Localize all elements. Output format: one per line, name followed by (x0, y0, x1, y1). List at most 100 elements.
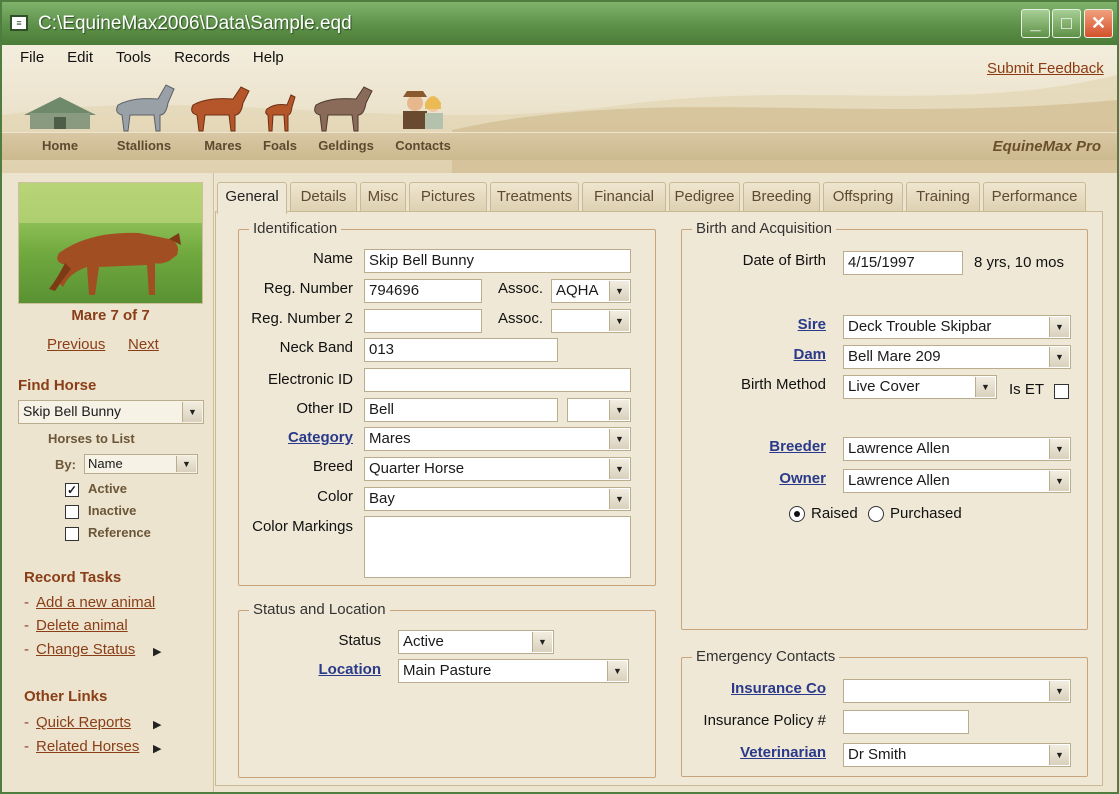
bullet-dash: - (24, 714, 29, 731)
delete-animal-link[interactable]: Delete animal (36, 617, 128, 634)
category-link[interactable]: Category (239, 429, 353, 446)
next-link[interactable]: Next (128, 336, 159, 353)
chevron-down-icon[interactable]: ▼ (607, 661, 627, 681)
add-animal-link[interactable]: Add a new animal (36, 594, 155, 611)
nav-foals[interactable]: Foals (255, 75, 305, 138)
tab-performance[interactable]: Performance (983, 182, 1086, 212)
chevron-down-icon[interactable]: ▼ (532, 632, 552, 652)
nav-foals-label: Foals (255, 138, 305, 153)
chevron-down-icon[interactable]: ▼ (609, 281, 629, 301)
nav-geldings[interactable]: Geldings (308, 75, 384, 138)
veterinarian-select[interactable]: Dr Smith ▼ (843, 743, 1071, 767)
electronic-id-field[interactable] (364, 368, 631, 392)
breed-select[interactable]: Quarter Horse ▼ (364, 457, 631, 481)
other-id-field[interactable]: Bell (364, 398, 558, 422)
tab-details[interactable]: Details (290, 182, 357, 212)
date-of-birth-field[interactable]: 4/15/1997 (843, 251, 963, 275)
minimize-button[interactable]: _ (1021, 9, 1050, 38)
tab-training[interactable]: Training (906, 182, 980, 212)
color-markings-field[interactable] (364, 516, 631, 578)
status-select[interactable]: Active ▼ (398, 630, 554, 654)
tab-financial[interactable]: Financial (582, 182, 666, 212)
assoc-2-select[interactable]: ▼ (551, 309, 631, 333)
nav-mares[interactable]: Mares (185, 75, 261, 138)
tab-misc[interactable]: Misc (360, 182, 406, 212)
name-field[interactable]: Skip Bell Bunny (364, 249, 631, 273)
sire-select[interactable]: Deck Trouble Skipbar ▼ (843, 315, 1071, 339)
inactive-checkbox[interactable] (65, 505, 79, 519)
find-horse-select[interactable]: Skip Bell Bunny ▼ (18, 400, 204, 424)
list-by-select[interactable]: Name ▼ (84, 454, 198, 474)
dam-link[interactable]: Dam (682, 346, 826, 363)
submit-feedback-link[interactable]: Submit Feedback (987, 60, 1104, 77)
menu-tools[interactable]: Tools (116, 49, 151, 66)
owner-select[interactable]: Lawrence Allen ▼ (843, 469, 1071, 493)
dam-select[interactable]: Bell Mare 209 ▼ (843, 345, 1071, 369)
sire-link[interactable]: Sire (682, 316, 826, 333)
chevron-down-icon[interactable]: ▼ (1049, 439, 1069, 459)
chevron-down-icon[interactable]: ▼ (182, 402, 202, 422)
reg-number-field[interactable]: 794696 (364, 279, 482, 303)
quick-reports-link[interactable]: Quick Reports (36, 714, 131, 731)
chevron-down-icon[interactable]: ▼ (1049, 471, 1069, 491)
color-select[interactable]: Bay ▼ (364, 487, 631, 511)
tab-general[interactable]: General (217, 182, 287, 214)
breeder-link[interactable]: Breeder (682, 438, 826, 455)
neck-band-field[interactable]: 013 (364, 338, 558, 362)
other-id-type-select[interactable]: ▼ (567, 398, 631, 422)
menu-help[interactable]: Help (253, 49, 284, 66)
reg-number-2-label: Reg. Number 2 (239, 310, 353, 327)
tab-offspring[interactable]: Offspring (823, 182, 903, 212)
chevron-down-icon[interactable]: ▼ (609, 400, 629, 420)
chevron-down-icon[interactable]: ▼ (1049, 317, 1069, 337)
assoc-select[interactable]: AQHA ▼ (551, 279, 631, 303)
record-position: Mare 7 of 7 (18, 307, 203, 324)
reference-checkbox[interactable] (65, 527, 79, 541)
reg-number-2-field[interactable] (364, 309, 482, 333)
emergency-contacts-group: Emergency Contacts Insurance Co ▼ Insura… (681, 657, 1088, 777)
menu-edit[interactable]: Edit (67, 49, 93, 66)
chevron-down-icon[interactable]: ▼ (1049, 681, 1069, 701)
chevron-down-icon[interactable]: ▼ (975, 377, 995, 397)
chevron-down-icon[interactable]: ▼ (176, 456, 196, 472)
close-button[interactable]: ✕ (1084, 9, 1113, 38)
insurance-co-link[interactable]: Insurance Co (682, 680, 826, 697)
purchased-radio[interactable] (868, 506, 884, 522)
is-et-checkbox[interactable] (1054, 384, 1069, 399)
insurance-co-select[interactable]: ▼ (843, 679, 1071, 703)
raised-radio[interactable] (789, 506, 805, 522)
active-checkbox[interactable]: ✓ (65, 483, 79, 497)
nav-home[interactable]: Home (20, 75, 100, 138)
app-icon[interactable]: ≡ (10, 15, 28, 31)
chevron-down-icon[interactable]: ▼ (609, 489, 629, 509)
tab-breeding[interactable]: Breeding (743, 182, 820, 212)
horse-photo[interactable] (18, 182, 203, 304)
veterinarian-link[interactable]: Veterinarian (682, 744, 826, 761)
submenu-arrow-icon[interactable]: ▶ (153, 742, 161, 755)
owner-link[interactable]: Owner (682, 470, 826, 487)
submenu-arrow-icon[interactable]: ▶ (153, 645, 161, 658)
tab-pictures[interactable]: Pictures (409, 182, 487, 212)
menu-records[interactable]: Records (174, 49, 230, 66)
chevron-down-icon[interactable]: ▼ (609, 459, 629, 479)
location-select[interactable]: Main Pasture ▼ (398, 659, 629, 683)
tab-treatments[interactable]: Treatments (490, 182, 579, 212)
location-link[interactable]: Location (239, 661, 381, 678)
chevron-down-icon[interactable]: ▼ (1049, 745, 1069, 765)
breeder-select[interactable]: Lawrence Allen ▼ (843, 437, 1071, 461)
chevron-down-icon[interactable]: ▼ (609, 429, 629, 449)
insurance-policy-field[interactable] (843, 710, 969, 734)
maximize-button[interactable]: □ (1052, 9, 1081, 38)
tab-pedigree[interactable]: Pedigree (669, 182, 740, 212)
menu-file[interactable]: File (20, 49, 44, 66)
category-select[interactable]: Mares ▼ (364, 427, 631, 451)
birth-method-select[interactable]: Live Cover ▼ (843, 375, 997, 399)
chevron-down-icon[interactable]: ▼ (1049, 347, 1069, 367)
submenu-arrow-icon[interactable]: ▶ (153, 718, 161, 731)
nav-contacts[interactable]: Contacts (387, 75, 459, 138)
related-horses-link[interactable]: Related Horses (36, 738, 139, 755)
chevron-down-icon[interactable]: ▼ (609, 311, 629, 331)
previous-link[interactable]: Previous (47, 336, 105, 353)
change-status-link[interactable]: Change Status (36, 641, 135, 658)
nav-stallions[interactable]: Stallions (102, 75, 186, 138)
